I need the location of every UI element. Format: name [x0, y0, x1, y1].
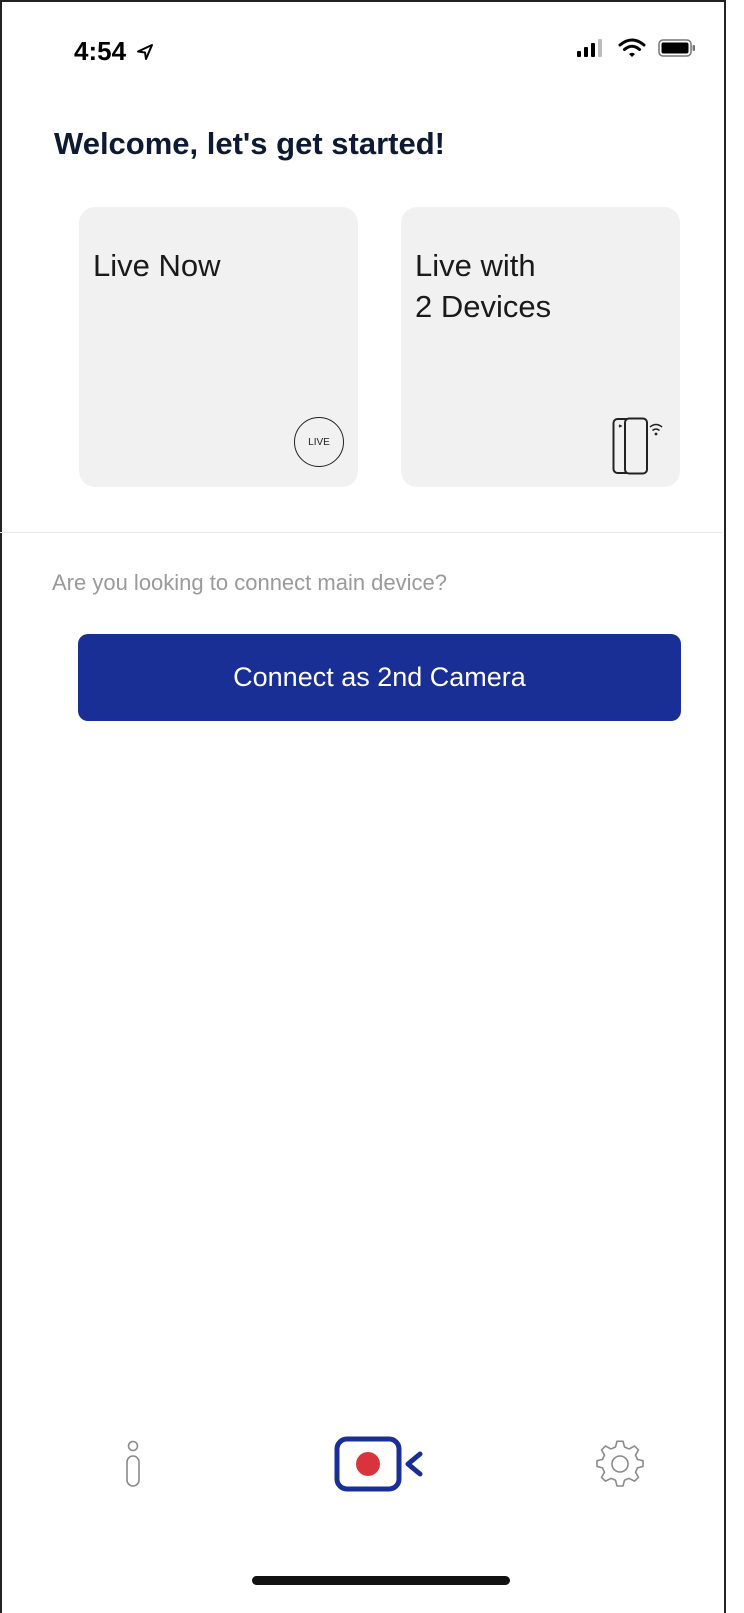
status-icons [576, 38, 696, 58]
section-divider [0, 532, 722, 533]
live-badge-text: LIVE [308, 436, 330, 448]
status-bar: 4:54 [0, 0, 722, 100]
two-devices-icon [612, 417, 663, 475]
live-now-card[interactable]: Live Now LIVE [79, 207, 358, 487]
tab-info[interactable] [122, 1440, 144, 1493]
home-indicator [252, 1576, 510, 1585]
live-badge-icon: LIVE [294, 417, 344, 467]
live-two-devices-label: Live with 2 Devices [415, 248, 552, 324]
page-title: Welcome, let's get started! [54, 126, 445, 161]
info-icon [126, 1440, 140, 1487]
status-time: 4:54 [74, 36, 154, 67]
record-camera-icon [334, 1436, 423, 1492]
battery-icon [658, 39, 695, 57]
location-arrow-icon [137, 44, 154, 60]
connect-second-camera-button[interactable]: Connect as 2nd Camera [78, 634, 681, 721]
connect-prompt: Are you looking to connect main device? [52, 570, 448, 595]
wifi-icon [618, 38, 646, 57]
live-now-label: Live Now [93, 248, 221, 283]
signal-icon [577, 39, 602, 57]
tab-bar [0, 1420, 722, 1510]
gear-icon [596, 1440, 644, 1487]
live-two-devices-card[interactable]: Live with 2 Devices [401, 207, 680, 487]
tab-settings[interactable] [595, 1440, 645, 1495]
tab-record[interactable] [334, 1436, 426, 1497]
